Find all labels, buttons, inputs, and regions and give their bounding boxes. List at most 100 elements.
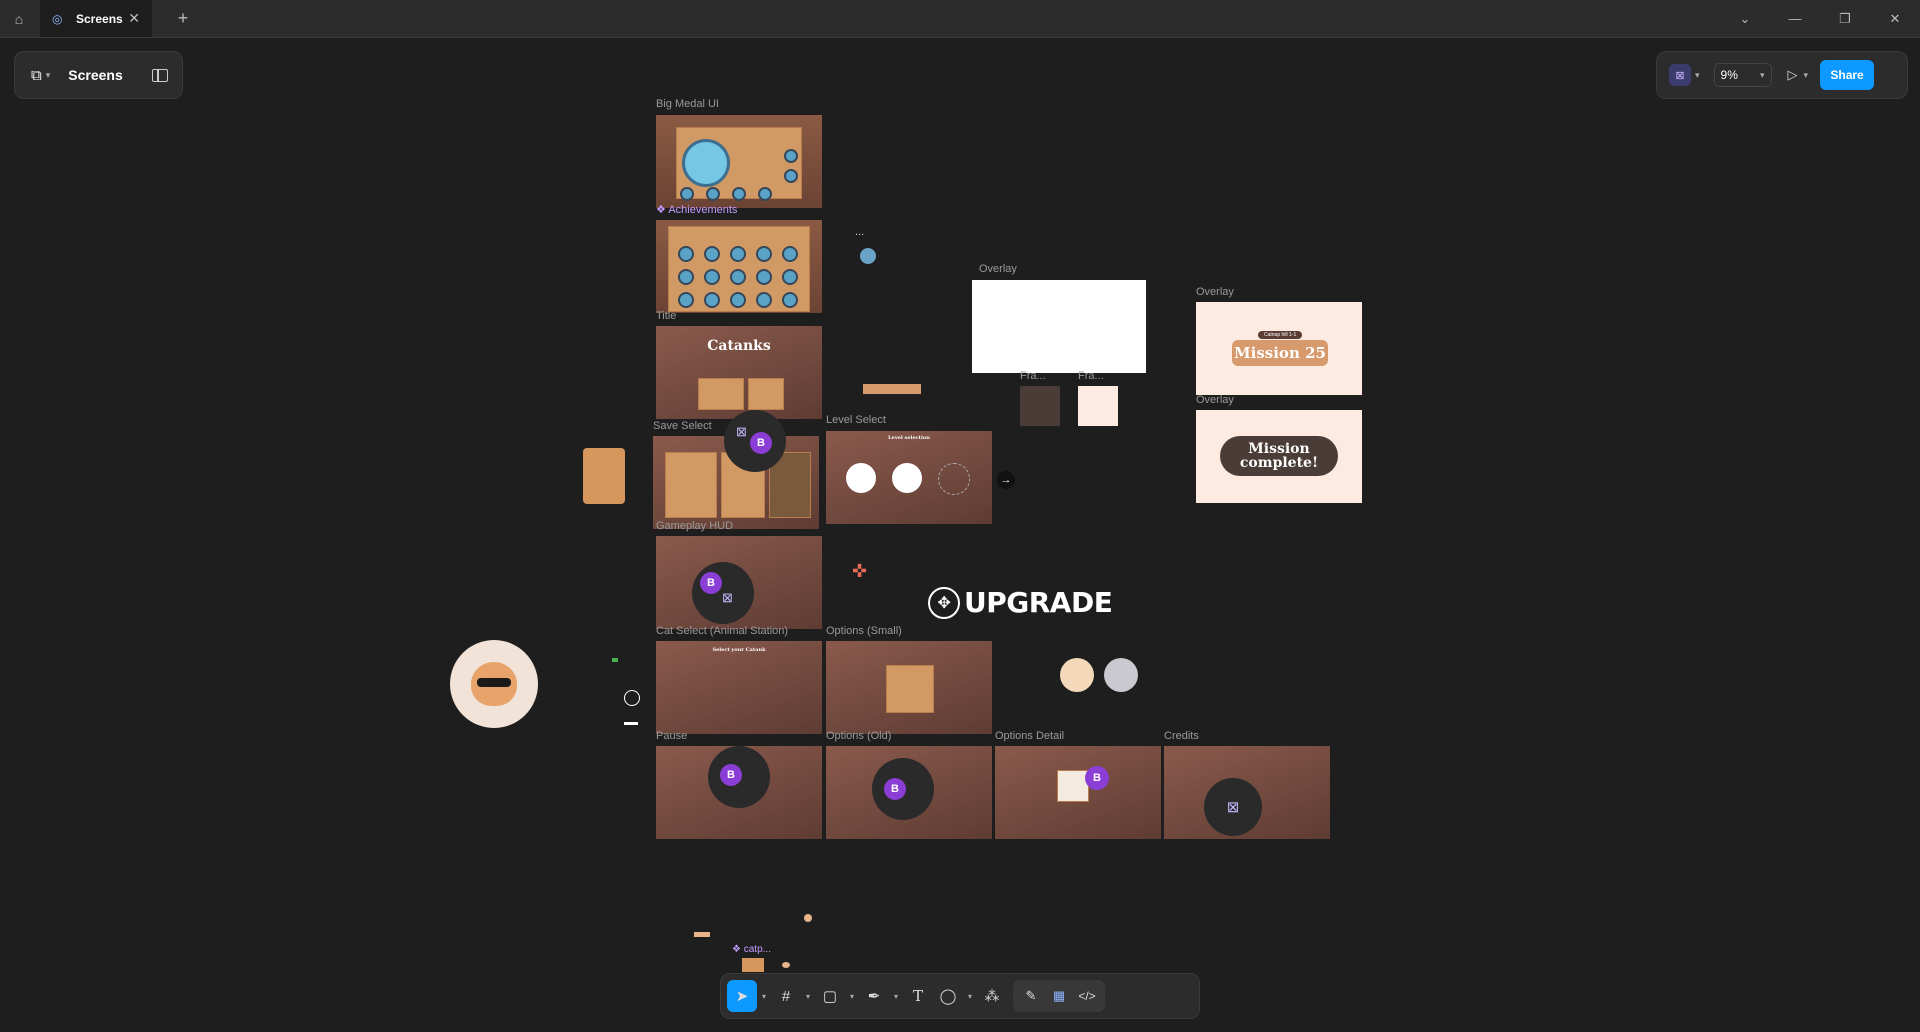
text-tool-icon[interactable]: T [903,980,933,1012]
chevron-down-icon[interactable]: ▾ [801,992,815,1001]
medal-icon [784,149,798,163]
frame-title[interactable]: Catanks [656,326,822,419]
frame-swatch-dark[interactable] [1020,386,1060,426]
frame-label-overlay-1[interactable]: Overlay [979,263,1017,275]
pen-tool-icon[interactable]: ✒ [859,980,889,1012]
avatar: B [750,432,772,454]
component-label-achievements[interactable]: ❖ Achievements [656,203,737,216]
actions-tool-icon[interactable]: ⁂ [977,980,1007,1012]
dev-mode-icon[interactable]: </> [1073,980,1101,1012]
canvas[interactable]: Big Medal UI ❖ Achievements Title Catank… [0,38,1920,1032]
medal-icon [756,292,772,308]
chevron-down-icon[interactable]: ⌄ [1720,0,1770,37]
frame-label-pause[interactable]: Pause [656,730,687,742]
panel [665,452,717,518]
frame-swatch-light[interactable] [1078,386,1118,426]
plugin-icon: ⊠ [722,590,733,605]
collaborator-cursor: ⊠ B [724,410,786,472]
tab-screens[interactable]: ◎ Screens ✕ [40,0,152,37]
level-circle [892,463,922,493]
small-bar[interactable] [863,384,921,394]
frame-options-detail[interactable]: B [995,746,1161,839]
cat-cool-avatar[interactable] [450,640,538,728]
restore-icon[interactable]: ❐ [1820,0,1870,37]
mission-complete-banner: Mission complete! [1220,436,1338,476]
cat-select-heading: Select your Catank [712,647,766,653]
asset-cluster[interactable]: ❖ catp... [664,884,834,974]
frame-cat-select[interactable]: Select your Catank [656,641,822,734]
frame-overlay-mission-complete[interactable]: Mission complete! [1196,410,1362,503]
ring-icon[interactable] [624,690,640,706]
collaborator-cursor: ⊠ [1204,778,1262,836]
title-heading: Catanks [707,338,771,354]
avatar: B [884,778,906,800]
home-icon[interactable]: ⌂ [6,6,32,32]
ellipsis-label[interactable]: ... [855,226,864,238]
medal-icon [784,169,798,183]
tab-label: Screens [76,11,123,26]
frame-label-fra-b[interactable]: Fra... [1078,370,1104,382]
medal-icon [782,246,798,262]
minimize-icon[interactable]: — [1770,0,1820,37]
arrow-right-icon[interactable]: → [997,471,1015,489]
medal-icon [680,187,694,201]
chevron-down-icon[interactable]: ▾ [889,992,903,1001]
medal-icon [704,269,720,285]
label: Achievements [668,204,738,216]
chevron-down-icon[interactable]: ▾ [963,992,977,1001]
cat-avatar-gray[interactable] [1104,658,1138,692]
level-circle [938,463,970,495]
medal-icon [704,246,720,262]
window-close-icon[interactable]: ✕ [1870,0,1920,37]
panel [748,378,784,410]
draw-mode-icon[interactable]: ✎ [1017,980,1045,1012]
small-avatar[interactable] [860,248,876,264]
cardboard-box[interactable] [583,448,625,504]
component-label-catp: ❖ catp... [732,944,771,955]
frame-label-cat-select[interactable]: Cat Select (Animal Station) [656,625,788,637]
frame-level-select[interactable]: Level selection [826,431,992,524]
upgrade-component[interactable]: ✥ UPGRADE [928,586,1113,619]
green-dot[interactable] [612,658,618,662]
frame-achievements[interactable] [656,220,822,313]
cat-avatar-orange[interactable] [1060,658,1094,692]
rectangle-tool-icon[interactable]: ▢ [815,980,845,1012]
medal-icon [706,187,720,201]
frame-label-overlay-2[interactable]: Overlay [1196,286,1234,298]
medal-icon [758,187,772,201]
medal-icon [782,269,798,285]
frame-big-medal[interactable] [656,115,822,208]
mission25-banner: Mission 25 [1232,340,1328,366]
frame-label-title[interactable]: Title [656,310,676,322]
frame-label-save-select[interactable]: Save Select [653,420,712,432]
frame-options-small[interactable] [826,641,992,734]
avatar: B [700,572,722,594]
frame-label-options-detail[interactable]: Options Detail [995,730,1064,742]
frame-overlay-white[interactable] [972,280,1146,373]
frame-label-options-small[interactable]: Options (Small) [826,625,902,637]
crosshair-icon[interactable]: ✜ [852,562,870,580]
plugin-icon: ⊠ [736,424,747,439]
medal-icon [682,139,730,187]
frame-label-options-old[interactable]: Options (Old) [826,730,891,742]
frame-label-big-medal[interactable]: Big Medal UI [656,98,719,110]
move-tool-icon[interactable]: ➤ [727,980,757,1012]
frame-label-overlay-3[interactable]: Overlay [1196,394,1234,406]
frame-label-credits[interactable]: Credits [1164,730,1199,742]
frame-label-fra-a[interactable]: Fra... [1020,370,1046,382]
mission-tag: Catnap hill 1-1 [1258,331,1303,339]
close-icon[interactable]: ✕ [128,10,140,27]
chevron-down-icon[interactable]: ▾ [757,992,771,1001]
frame-overlay-mission25[interactable]: Catnap hill 1-1 Mission 25 [1196,302,1362,395]
chevron-down-icon[interactable]: ▾ [845,992,859,1001]
medal-icon [730,292,746,308]
frame-label-gameplay-hud[interactable]: Gameplay HUD [656,520,733,532]
design-mode-icon[interactable]: ▦ [1045,980,1073,1012]
frame-label-level-select[interactable]: Level Select [826,414,886,426]
medal-icon [678,269,694,285]
collaborator-cursor: B ⊠ [692,562,754,624]
white-dash[interactable] [624,722,638,725]
new-tab-button[interactable]: + [170,5,196,31]
frame-tool-icon[interactable]: # [771,980,801,1012]
comment-tool-icon[interactable]: ◯ [933,980,963,1012]
